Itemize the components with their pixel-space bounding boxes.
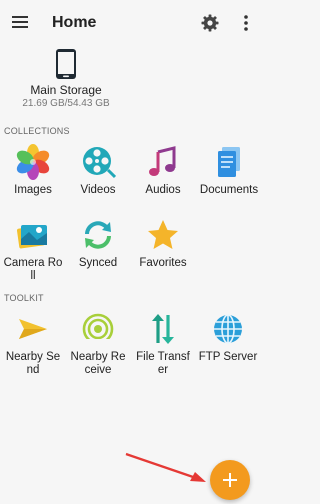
app-bar: Home: [0, 0, 266, 46]
toolkit-label: File Transfer: [136, 351, 190, 376]
toolkit-nearby-send[interactable]: Nearby Send: [3, 311, 63, 377]
add-fab-button[interactable]: [210, 460, 250, 500]
main-storage-card[interactable]: Main Storage 21.69 GB/54.43 GB: [8, 48, 124, 109]
storage-name: Main Storage: [30, 83, 102, 97]
toolkit-nearby-receive[interactable]: Nearby Receive: [68, 311, 128, 377]
toolkit-file-transfer[interactable]: File Transfer: [133, 311, 193, 377]
toolkit-ftp-server[interactable]: FTP Server: [198, 311, 258, 364]
collection-documents[interactable]: Documents: [198, 144, 258, 197]
transfer-arrows-icon: [152, 314, 174, 344]
images-flower-icon: [16, 144, 50, 180]
globe-icon: [214, 314, 242, 344]
toolkit-label: Nearby Send: [5, 351, 61, 376]
more-vertical-icon[interactable]: [238, 13, 254, 33]
plus-icon: [223, 473, 237, 487]
collection-label: Images: [14, 184, 52, 196]
hamburger-menu-icon[interactable]: [10, 13, 30, 33]
collection-videos[interactable]: Videos: [68, 144, 128, 197]
collection-label: Videos: [80, 184, 116, 196]
music-note-icon: [149, 146, 176, 176]
collection-label: Camera Roll: [3, 257, 63, 282]
paper-plane-icon: [19, 319, 47, 339]
star-icon: [148, 220, 178, 249]
sync-icon: [85, 221, 111, 249]
collection-label: Favorites: [139, 257, 187, 269]
gear-icon[interactable]: [200, 13, 220, 33]
red-arrow-icon: [125, 452, 206, 482]
collection-label: Audios: [145, 184, 181, 196]
collection-label: Synced: [78, 257, 118, 269]
signal-receive-icon: [82, 313, 114, 347]
toolkit-header: TOOLKIT: [4, 293, 44, 303]
collections-header: COLLECTIONS: [4, 126, 70, 136]
camera-roll-icon: [16, 225, 47, 249]
film-reel-icon: [83, 147, 116, 179]
collection-favorites[interactable]: Favorites: [133, 217, 193, 270]
collection-synced[interactable]: Synced: [68, 217, 128, 270]
toolkit-label: Nearby Receive: [70, 351, 126, 376]
collection-camera-roll[interactable]: Camera Roll: [3, 217, 63, 283]
document-stack-icon: [218, 147, 240, 177]
page-title: Home: [52, 14, 97, 31]
toolkit-label: FTP Server: [198, 351, 258, 363]
collection-label: Documents: [199, 184, 259, 196]
collection-audios[interactable]: Audios: [133, 144, 193, 197]
storage-size: 21.69 GB/54.43 GB: [22, 98, 110, 109]
smartphone-icon: [56, 49, 76, 79]
collection-images[interactable]: Images: [3, 144, 63, 197]
